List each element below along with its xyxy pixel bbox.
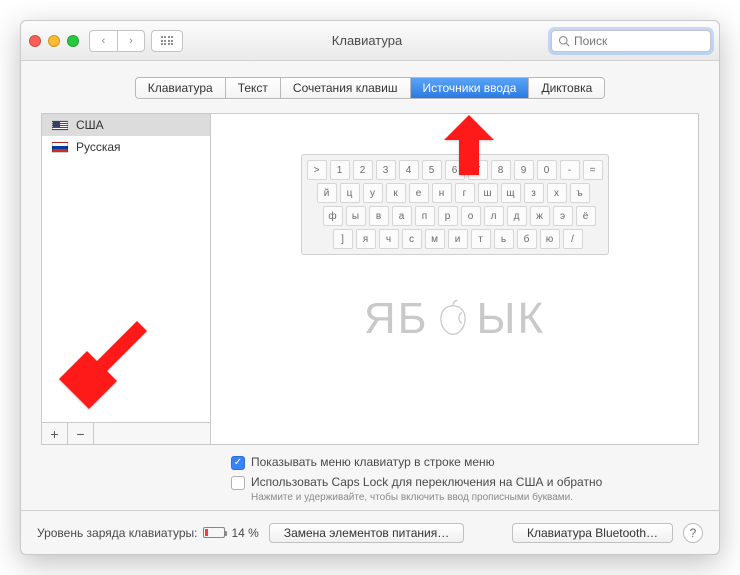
key: г xyxy=(455,183,475,203)
key: ё xyxy=(576,206,596,226)
key: у xyxy=(363,183,383,203)
key: 9 xyxy=(514,160,534,180)
key: з xyxy=(524,183,544,203)
search-icon xyxy=(558,35,570,47)
key: с xyxy=(402,229,422,249)
help-button[interactable]: ? xyxy=(683,523,703,543)
key: я xyxy=(356,229,376,249)
key: 1 xyxy=(330,160,350,180)
keyboard-layout-preview: >1234567890-= йцукенгшщзхъ фывапролджэё]яч… xyxy=(301,154,609,255)
option-caps-lock-sub: Нажмите и удерживайте, чтобы включить вв… xyxy=(251,492,699,503)
search-field[interactable] xyxy=(551,30,711,52)
key: м xyxy=(425,229,445,249)
key: й xyxy=(317,183,337,203)
source-label: Русская xyxy=(76,140,121,154)
flag-ru-icon xyxy=(52,142,68,153)
key: ы xyxy=(346,206,366,226)
key: ю xyxy=(540,229,560,249)
checkbox-show-menu[interactable] xyxy=(231,456,245,470)
option-caps-lock[interactable]: Использовать Caps Lock для переключения … xyxy=(231,475,699,490)
apple-bite-icon xyxy=(431,297,475,341)
keyboard-preview-pane: >1234567890-= йцукенгшщзхъ фывапролджэё]яч… xyxy=(211,113,699,445)
add-source-button[interactable]: + xyxy=(42,423,68,444)
source-label: США xyxy=(76,118,104,132)
key: н xyxy=(432,183,452,203)
key: р xyxy=(438,206,458,226)
key: щ xyxy=(501,183,521,203)
tab-input-sources[interactable]: Источники ввода xyxy=(411,78,530,98)
bluetooth-keyboard-button[interactable]: Клавиатура Bluetooth… xyxy=(512,523,673,543)
back-button[interactable]: ‹ xyxy=(89,30,117,52)
key: д xyxy=(507,206,527,226)
tab-text[interactable]: Текст xyxy=(226,78,281,98)
battery-icon xyxy=(203,527,225,538)
source-item-us[interactable]: США xyxy=(42,114,210,136)
key: и xyxy=(448,229,468,249)
tab-shortcuts[interactable]: Сочетания клавиш xyxy=(281,78,411,98)
option-show-menu[interactable]: Показывать меню клавиатур в строке меню xyxy=(231,455,699,470)
key: п xyxy=(415,206,435,226)
replace-batteries-button[interactable]: Замена элементов питания… xyxy=(269,523,464,543)
key: ш xyxy=(478,183,498,203)
key: х xyxy=(547,183,567,203)
key: ф xyxy=(323,206,343,226)
content-area: США Русская + − >1234567890-= йцукенгшщзх… xyxy=(21,113,719,445)
key: ж xyxy=(530,206,550,226)
key: ц xyxy=(340,183,360,203)
add-remove-bar: + − xyxy=(42,422,210,444)
window-controls xyxy=(29,35,79,47)
key: ч xyxy=(379,229,399,249)
key: 6 xyxy=(445,160,465,180)
key: ъ xyxy=(570,183,590,203)
key: 4 xyxy=(399,160,419,180)
source-sidebar: США Русская + − xyxy=(41,113,211,445)
key: ] xyxy=(333,229,353,249)
key: э xyxy=(553,206,573,226)
preferences-window: ‹ › Клавиатура Клавиатура Текст Сочетани… xyxy=(20,20,720,555)
source-item-ru[interactable]: Русская xyxy=(42,136,210,158)
key: 7 xyxy=(468,160,488,180)
flag-us-icon xyxy=(52,120,68,131)
key: 3 xyxy=(376,160,396,180)
key: 2 xyxy=(353,160,373,180)
source-list[interactable]: США Русская xyxy=(42,114,210,422)
titlebar: ‹ › Клавиатура xyxy=(21,21,719,61)
key: 5 xyxy=(422,160,442,180)
key: - xyxy=(560,160,580,180)
footer-bar: Уровень заряда клавиатуры: 14 % Замена э… xyxy=(21,510,719,554)
zoom-icon[interactable] xyxy=(67,35,79,47)
key: т xyxy=(471,229,491,249)
key: л xyxy=(484,206,504,226)
key: а xyxy=(392,206,412,226)
option-label: Использовать Caps Lock для переключения … xyxy=(251,475,602,489)
tab-bar: Клавиатура Текст Сочетания клавиш Источн… xyxy=(21,61,719,113)
key: о xyxy=(461,206,481,226)
key: 0 xyxy=(537,160,557,180)
search-input[interactable] xyxy=(574,34,704,48)
window-title: Клавиатура xyxy=(183,33,551,48)
grid-icon xyxy=(161,36,174,45)
nav-buttons: ‹ › xyxy=(89,30,145,52)
key: 8 xyxy=(491,160,511,180)
minimize-icon[interactable] xyxy=(48,35,60,47)
option-label: Показывать меню клавиатур в строке меню xyxy=(251,455,495,469)
tab-dictation[interactable]: Диктовка xyxy=(529,78,604,98)
key: в xyxy=(369,206,389,226)
remove-source-button[interactable]: − xyxy=(68,423,94,444)
close-icon[interactable] xyxy=(29,35,41,47)
battery-status: Уровень заряда клавиатуры: 14 % xyxy=(37,526,259,540)
key: к xyxy=(386,183,406,203)
key: > xyxy=(307,160,327,180)
watermark: ЯБ ЫК xyxy=(364,294,545,344)
forward-button[interactable]: › xyxy=(117,30,145,52)
key: е xyxy=(409,183,429,203)
key: / xyxy=(563,229,583,249)
checkbox-caps-lock[interactable] xyxy=(231,476,245,490)
key: б xyxy=(517,229,537,249)
key: ь xyxy=(494,229,514,249)
show-all-button[interactable] xyxy=(151,30,183,52)
tab-keyboard[interactable]: Клавиатура xyxy=(136,78,226,98)
key: = xyxy=(583,160,603,180)
